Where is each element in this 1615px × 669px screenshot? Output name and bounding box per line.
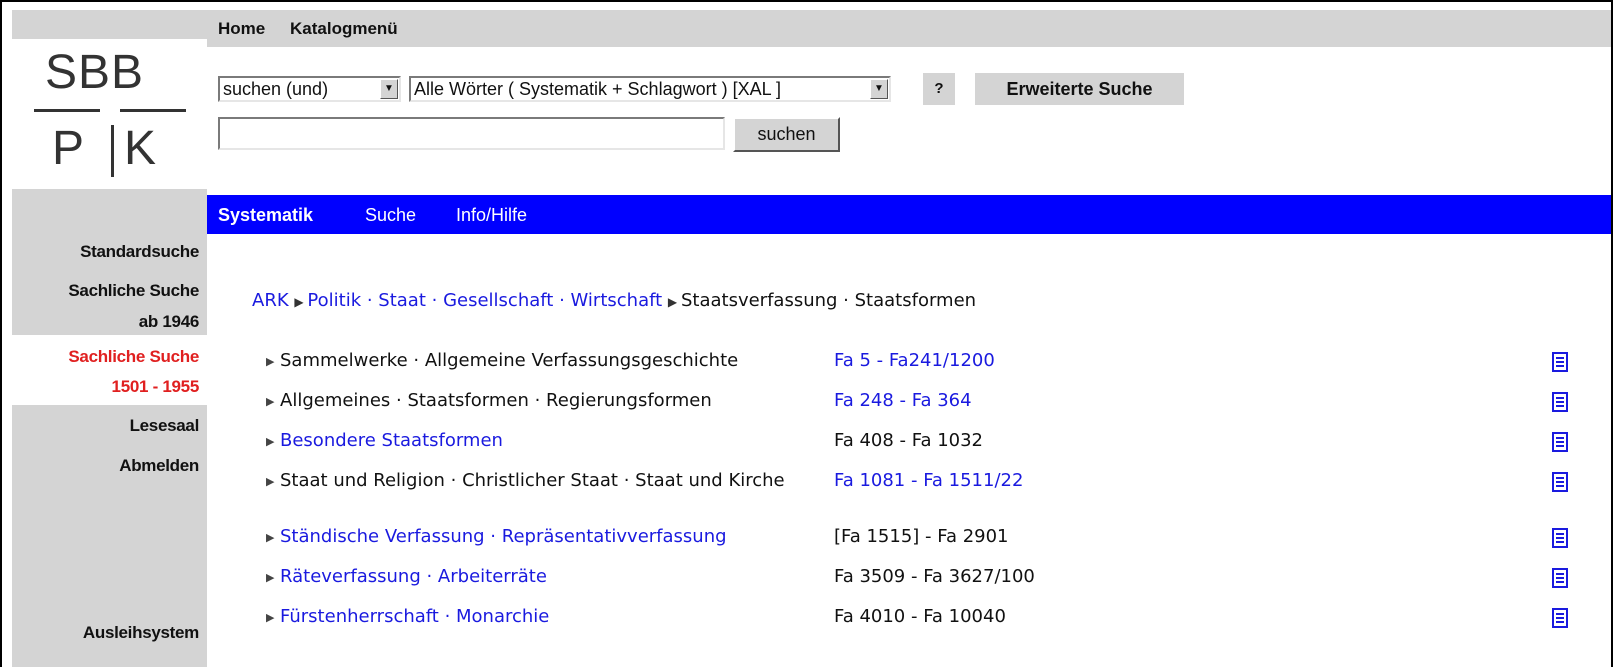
tab-systematik[interactable]: Systematik	[218, 205, 313, 226]
sidebar-item-label-sub: 1501 - 1955	[111, 377, 200, 396]
list-item-range: Fa 408 - Fa 1032	[834, 430, 984, 451]
triangle-right-icon: ▶	[266, 531, 275, 544]
top-navigation-bar: Home Katalogmenü	[207, 10, 1611, 47]
sidebar-item-sachliche-suche-1946-sub[interactable]: ab 1946	[12, 312, 200, 332]
list-item-title-link[interactable]: Räteverfassung · Arbeiterräte	[280, 566, 820, 588]
tab-bar: Systematik Suche Info/Hilfe	[207, 195, 1611, 234]
breadcrumb-separator: ·	[837, 290, 855, 311]
search-submit-button[interactable]: suchen	[733, 117, 840, 152]
triangle-right-icon: ▶	[294, 295, 308, 309]
triangle-right-icon: ▶	[266, 475, 275, 488]
triangle-right-icon: ▶	[266, 355, 275, 368]
triangle-right-icon: ▶	[266, 571, 275, 584]
document-list-icon[interactable]	[1552, 472, 1568, 492]
sidebar-item-sachliche-suche-1946[interactable]: Sachliche Suche	[12, 281, 199, 301]
triangle-right-icon: ▶	[266, 611, 275, 624]
advanced-search-button[interactable]: Erweiterte Suche	[975, 73, 1184, 105]
breadcrumb: ARK ▶ Politik · Staat · Gesellschaft · W…	[252, 290, 976, 311]
list-item-title-link[interactable]: Fürstenherrschaft · Monarchie	[280, 606, 820, 628]
breadcrumb-wirtschaft[interactable]: Wirtschaft	[571, 290, 663, 311]
sbb-pk-logo[interactable]: SBB P K	[12, 39, 207, 189]
breadcrumb-separator: ·	[361, 290, 379, 311]
breadcrumb-ark[interactable]: ARK	[252, 290, 289, 311]
document-list-icon[interactable]	[1552, 392, 1568, 412]
triangle-right-icon: ▶	[266, 435, 275, 448]
list-item-range: Fa 3509 - Fa 3627/100	[834, 566, 1035, 587]
sidebar-item-sachliche-suche-1501-active[interactable]: Sachliche Suche 1501 - 1955	[12, 335, 207, 405]
search-mode-select[interactable]: suchen (und) ▼	[218, 76, 401, 102]
list-item-range: [Fa 1515] - Fa 2901	[834, 526, 1009, 547]
list-item-range-link[interactable]: Fa 5 - Fa241/1200	[834, 350, 995, 372]
sidebar-item-label: Sachliche Suche	[68, 347, 199, 366]
search-mode-value: suchen (und)	[223, 79, 329, 99]
logo-bar-left	[34, 109, 100, 112]
document-list-icon[interactable]	[1552, 568, 1568, 588]
dropdown-arrow-icon[interactable]: ▼	[870, 79, 888, 99]
list-item-title-link[interactable]: Ständische Verfassung · Repräsentativver…	[280, 526, 820, 548]
list-item-title-link[interactable]: Besondere Staatsformen	[280, 430, 820, 452]
logo-text-bottom-left: P	[52, 122, 85, 175]
list-item-title: Staat und Religion · Christlicher Staat …	[280, 470, 785, 491]
document-list-icon[interactable]	[1552, 608, 1568, 628]
sidebar-item-standardsuche[interactable]: Standardsuche	[12, 242, 199, 262]
home-link[interactable]: Home	[218, 19, 265, 39]
logo-text-bottom-right: K	[124, 122, 157, 175]
sidebar-item-abmelden[interactable]: Abmelden	[12, 456, 199, 476]
sidebar-item-ausleihsystem[interactable]: Ausleihsystem	[12, 623, 199, 643]
search-field-select[interactable]: Alle Wörter ( Systematik + Schlagwort ) …	[409, 76, 891, 102]
triangle-right-icon: ▶	[667, 295, 681, 309]
breadcrumb-staatsverfassung: Staatsverfassung	[680, 290, 838, 311]
logo-vertical-bar	[111, 125, 114, 177]
list-item-title: Allgemeines · Staatsformen · Regierungsf…	[280, 390, 712, 411]
breadcrumb-gesellschaft[interactable]: Gesellschaft	[443, 290, 553, 311]
list-item-range-link[interactable]: Fa 1081 - Fa 1511/22	[834, 470, 1023, 492]
catalog-menu-link[interactable]: Katalogmenü	[290, 19, 398, 39]
list-item-range-link[interactable]: Fa 248 - Fa 364	[834, 390, 972, 412]
sidebar-item-lesesaal[interactable]: Lesesaal	[12, 416, 200, 436]
search-input[interactable]	[218, 117, 725, 150]
search-field-value: Alle Wörter ( Systematik + Schlagwort ) …	[414, 79, 781, 99]
document-list-icon[interactable]	[1552, 528, 1568, 548]
logo-text-top: SBB	[45, 46, 145, 99]
logo-bar-right	[120, 109, 186, 112]
tab-info-hilfe[interactable]: Info/Hilfe	[456, 205, 527, 226]
document-list-icon[interactable]	[1552, 432, 1568, 452]
breadcrumb-staatsformen: Staatsformen	[854, 290, 977, 311]
page-frame: SBB P K Standardsuche Sachliche Suche ab…	[0, 0, 1613, 667]
list-item-range: Fa 4010 - Fa 10040	[834, 606, 1006, 627]
sidebar-header-strip	[12, 195, 207, 234]
triangle-right-icon: ▶	[266, 395, 275, 408]
dropdown-arrow-icon[interactable]: ▼	[380, 79, 398, 99]
breadcrumb-separator: ·	[425, 290, 444, 311]
breadcrumb-staat[interactable]: Staat	[378, 290, 426, 311]
breadcrumb-separator: ·	[553, 290, 571, 311]
tab-suche[interactable]: Suche	[365, 205, 416, 226]
help-button[interactable]: ?	[923, 73, 955, 105]
breadcrumb-politik[interactable]: Politik	[307, 290, 361, 311]
document-list-icon[interactable]	[1552, 352, 1568, 372]
list-item-title: Sammelwerke · Allgemeine Verfassungsgesc…	[280, 350, 739, 371]
